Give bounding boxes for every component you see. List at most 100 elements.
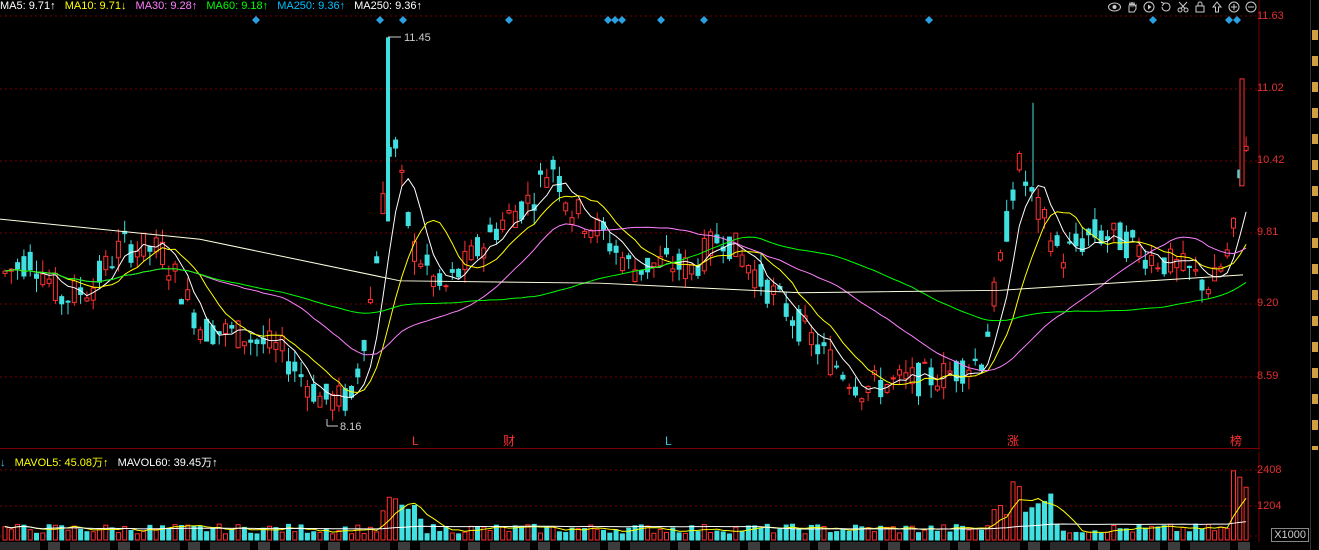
volume-bar[interactable] <box>922 529 928 541</box>
volume-bar[interactable] <box>834 531 840 541</box>
volume-bar[interactable] <box>1048 493 1054 541</box>
volume-bar[interactable] <box>178 524 184 541</box>
volume-bar[interactable] <box>556 531 562 541</box>
candle-body[interactable] <box>204 318 210 342</box>
candle-body[interactable] <box>311 383 317 402</box>
volume-bar[interactable] <box>185 524 191 541</box>
candle-body[interactable] <box>664 247 669 255</box>
event-marker-icon[interactable] <box>611 16 619 24</box>
candle-body[interactable] <box>1205 289 1211 295</box>
volume-bar[interactable] <box>720 531 726 541</box>
volume-bar[interactable] <box>1205 524 1211 541</box>
volume-bar[interactable] <box>752 525 758 541</box>
volume-bar[interactable] <box>475 525 480 541</box>
volume-bar[interactable] <box>141 530 147 541</box>
candle-body[interactable] <box>172 263 178 272</box>
candle-body[interactable] <box>1042 209 1047 219</box>
volume-bar[interactable] <box>229 528 235 541</box>
candle-body[interactable] <box>475 237 480 257</box>
candle-body[interactable] <box>393 139 399 149</box>
candle-body[interactable] <box>846 386 852 389</box>
candle-body[interactable] <box>147 245 153 252</box>
volume-bar[interactable] <box>871 531 877 541</box>
candle-body[interactable] <box>160 241 165 266</box>
candle-body[interactable] <box>1123 231 1129 259</box>
event-marker-icon[interactable] <box>376 16 384 24</box>
volume-bar[interactable] <box>65 529 71 541</box>
volume-bar[interactable] <box>286 523 291 541</box>
candle-body[interactable] <box>298 374 304 378</box>
volume-bar[interactable] <box>601 529 606 541</box>
volume-bar[interactable] <box>1142 527 1148 541</box>
candle-body[interactable] <box>191 312 197 329</box>
candle-body[interactable] <box>783 303 789 317</box>
volume-bar[interactable] <box>1243 486 1249 541</box>
event-marker-icon[interactable] <box>925 16 933 24</box>
candle-body[interactable] <box>15 262 21 270</box>
candle-body[interactable] <box>1243 145 1249 151</box>
volume-bar[interactable] <box>632 525 638 541</box>
candle-body[interactable] <box>103 255 109 271</box>
candle-body[interactable] <box>153 237 159 253</box>
volume-bar[interactable] <box>689 525 695 541</box>
volume-bar[interactable] <box>727 533 732 541</box>
event-label[interactable]: 榜 <box>1230 433 1242 448</box>
volume-bar[interactable] <box>695 531 701 541</box>
candle-body[interactable] <box>808 332 814 346</box>
candle-body[interactable] <box>752 269 758 289</box>
candlestick-chart[interactable]: 8.16 11.45 L 财 L 涨 榜 <box>0 0 1260 450</box>
volume-bar[interactable] <box>78 528 84 541</box>
volume-bar[interactable] <box>519 526 525 541</box>
candle-body[interactable] <box>916 362 921 397</box>
candle-body[interactable] <box>619 257 625 272</box>
volume-bar[interactable] <box>708 531 714 541</box>
volume-bar[interactable] <box>153 528 159 541</box>
volume-bar[interactable] <box>916 532 921 541</box>
candle-body[interactable] <box>304 386 310 398</box>
volume-bar[interactable] <box>437 531 443 541</box>
candle-body[interactable] <box>519 201 525 220</box>
candle-body[interactable] <box>1048 240 1054 253</box>
candle-body[interactable] <box>330 393 336 411</box>
candle-body[interactable] <box>512 210 518 229</box>
candle-body[interactable] <box>1193 269 1199 272</box>
volume-bar[interactable] <box>279 531 285 541</box>
volume-bar[interactable] <box>298 524 304 541</box>
volume-bar[interactable] <box>1029 507 1035 541</box>
volume-bar[interactable] <box>619 533 625 541</box>
volume-bar[interactable] <box>254 533 260 541</box>
volume-bar[interactable] <box>1086 531 1092 541</box>
candle-body[interactable] <box>279 335 285 352</box>
volume-bar[interactable] <box>27 529 33 541</box>
volume-bar[interactable] <box>676 532 682 541</box>
volume-bar[interactable] <box>802 533 808 541</box>
volume-bar[interactable] <box>34 532 39 541</box>
volume-bar[interactable] <box>147 524 153 541</box>
candle-body[interactable] <box>544 177 550 188</box>
volume-bar[interactable] <box>349 533 354 541</box>
event-marker-icon[interactable] <box>700 16 708 24</box>
candle-body[interactable] <box>897 369 903 376</box>
volume-bar[interactable] <box>1054 523 1060 541</box>
volume-bar[interactable] <box>487 529 493 541</box>
candle-body[interactable] <box>1035 197 1041 220</box>
candle-body[interactable] <box>1023 181 1029 186</box>
volume-bar[interactable] <box>134 533 140 541</box>
candle-body[interactable] <box>386 37 390 222</box>
candle-body[interactable] <box>46 278 52 284</box>
event-marker-icon[interactable] <box>618 16 626 24</box>
volume-bar[interactable] <box>506 530 512 541</box>
volume-bar[interactable] <box>941 524 947 541</box>
candle-body[interactable] <box>903 372 909 380</box>
volume-bar[interactable] <box>1231 470 1236 541</box>
volume-bar[interactable] <box>393 498 399 541</box>
candle-body[interactable] <box>947 370 953 374</box>
candle-body[interactable] <box>449 269 455 273</box>
candle-body[interactable] <box>342 388 348 411</box>
candle-body[interactable] <box>437 273 443 286</box>
candle-body[interactable] <box>412 241 417 262</box>
candle-body[interactable] <box>380 193 386 215</box>
volume-bar[interactable] <box>361 533 367 541</box>
candle-body[interactable] <box>90 287 96 301</box>
volume-bar[interactable] <box>1079 532 1085 541</box>
